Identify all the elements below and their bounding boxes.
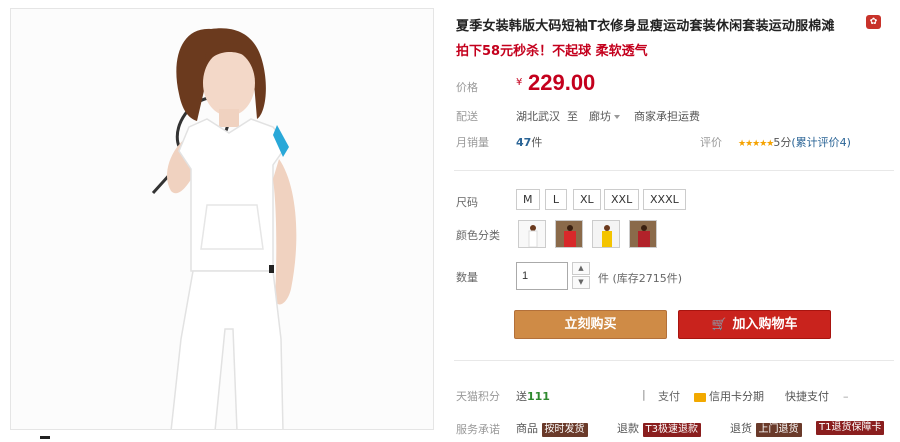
chevron-down-icon bbox=[614, 115, 620, 119]
add-to-cart-button[interactable]: 🛒 加入购物车 bbox=[678, 310, 831, 339]
shipping-fee: 商家承担运费 bbox=[634, 110, 700, 123]
ship-to-city: 廊坊 bbox=[589, 110, 611, 123]
quantity-increase-button[interactable]: ▲ bbox=[572, 262, 590, 275]
swatch-red-image bbox=[556, 221, 582, 247]
rating-label: 评价 bbox=[700, 136, 722, 149]
credit-card-icon bbox=[694, 392, 706, 402]
pay-credit[interactable]: 信用卡分期 bbox=[694, 388, 764, 404]
ship-to-select[interactable]: 廊坊 bbox=[589, 108, 620, 124]
size-option-m[interactable]: M bbox=[516, 189, 540, 210]
pay-label: 支付 bbox=[658, 390, 680, 403]
pay-quick-label: 快捷支付 bbox=[785, 390, 829, 403]
divider bbox=[454, 170, 894, 171]
points-value: 111 bbox=[527, 390, 550, 403]
return-tag[interactable]: 上门退货 bbox=[755, 423, 802, 437]
sold-unit: 件 bbox=[531, 136, 543, 149]
sold-count: 47 bbox=[516, 136, 532, 149]
flower-badge-icon: ✿ bbox=[866, 15, 881, 29]
product-main-image[interactable] bbox=[10, 8, 434, 430]
shipping-label: 配送 bbox=[456, 110, 478, 123]
rating-summary: ★★★★★5分(累计评价4) bbox=[738, 134, 851, 150]
goods-tag[interactable]: 按时发货 bbox=[541, 423, 588, 437]
chevron-down-icon: – bbox=[843, 390, 849, 403]
price-label: 价格 bbox=[456, 81, 478, 94]
rating-stars-icon: ★★★★★ bbox=[738, 139, 774, 149]
ship-from: 湖北武汉 bbox=[516, 110, 560, 123]
pay-divider: | bbox=[642, 388, 646, 401]
promise-return: 退货 上门退货 bbox=[730, 420, 802, 437]
quantity-label: 数量 bbox=[456, 271, 478, 284]
return-label: 退货 bbox=[730, 422, 752, 435]
size-option-xxxl[interactable]: XXXL bbox=[643, 189, 686, 210]
size-label: 尺码 bbox=[456, 196, 478, 209]
color-swatch-yellow[interactable] bbox=[592, 220, 620, 248]
add-to-cart-label: 加入购物车 bbox=[732, 317, 798, 332]
sold-count-wrap: 47件 bbox=[516, 134, 542, 150]
cart-icon: 🛒 bbox=[711, 317, 727, 331]
buy-now-button[interactable]: 立刻购买 bbox=[514, 310, 667, 339]
swatch-white-image bbox=[519, 221, 545, 247]
rating-score: 5分 bbox=[773, 136, 792, 149]
goods-label: 商品 bbox=[516, 422, 538, 435]
ship-to-word: 至 bbox=[567, 110, 578, 123]
model-photo bbox=[11, 9, 433, 429]
color-swatch-darkred[interactable] bbox=[629, 220, 657, 248]
points-label: 天猫积分 bbox=[456, 390, 500, 403]
currency-symbol: ¥ bbox=[516, 77, 523, 88]
points-text: 送111 bbox=[516, 388, 550, 404]
color-label: 颜色分类 bbox=[456, 229, 500, 242]
promise-label: 服务承诺 bbox=[456, 423, 500, 436]
return-card-tag[interactable]: T1退货保障卡 bbox=[816, 421, 885, 435]
color-swatch-white[interactable] bbox=[518, 220, 546, 248]
quantity-input[interactable]: 1 bbox=[516, 262, 568, 290]
pay-quick-select[interactable]: 快捷支付 – bbox=[785, 388, 849, 404]
swatch-darkred-image bbox=[630, 221, 656, 247]
divider bbox=[454, 360, 894, 361]
refund-label: 退款 bbox=[617, 422, 639, 435]
sold-label: 月销量 bbox=[456, 136, 489, 149]
quantity-decrease-button[interactable]: ▼ bbox=[572, 276, 590, 289]
promise-goods: 商品 按时发货 bbox=[516, 420, 588, 437]
product-title: 夏季女装韩版大码短袖T衣修身显瘦运动套装休闲套装运动服棉滩 bbox=[456, 19, 835, 34]
refund-tag[interactable]: T3极速退款 bbox=[642, 423, 701, 437]
product-info-panel: 夏季女装韩版大码短袖T衣修身显瘦运动套装休闲套装运动服棉滩 ✿ 拍下58元秒杀！… bbox=[454, 0, 894, 442]
size-option-l[interactable]: L bbox=[545, 189, 567, 210]
price-value: 229.00 bbox=[528, 70, 596, 95]
size-option-xxl[interactable]: XXL bbox=[604, 189, 640, 210]
product-page: 夏季女装韩版大码短袖T衣修身显瘦运动套装休闲套装运动服棉滩 ✿ 拍下58元秒杀！… bbox=[0, 0, 900, 442]
promise-refund: 退款 T3极速退款 bbox=[617, 420, 701, 437]
color-swatch-red[interactable] bbox=[555, 220, 583, 248]
promo-subtitle: 拍下58元秒杀！不起球 柔软透气 bbox=[456, 44, 648, 59]
size-option-xl[interactable]: XL bbox=[573, 189, 601, 210]
thumbnail-strip-edge bbox=[40, 436, 50, 439]
review-count-link[interactable]: (累计评价4) bbox=[791, 136, 851, 149]
pay-credit-label: 信用卡分期 bbox=[709, 390, 764, 403]
points-prefix: 送 bbox=[516, 390, 527, 403]
promise-return-card: T1退货保障卡 bbox=[816, 420, 885, 435]
stock-text: 件 (库存2715件) bbox=[598, 272, 683, 285]
swatch-yellow-image bbox=[593, 221, 619, 247]
